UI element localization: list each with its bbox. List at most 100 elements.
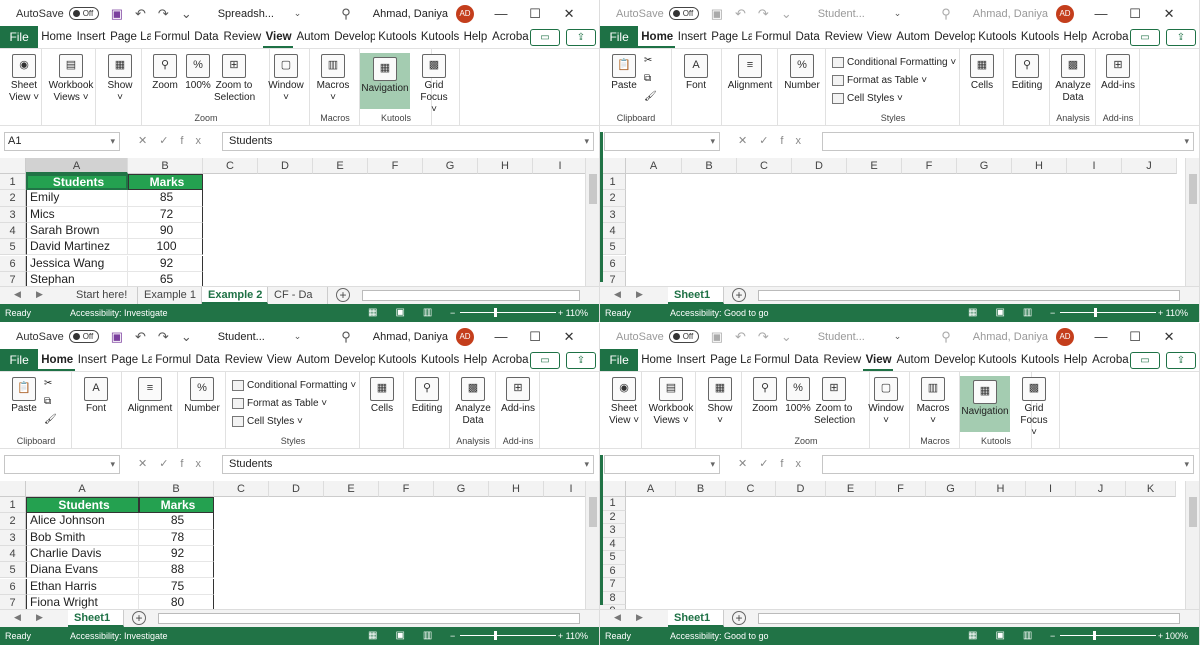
search-icon[interactable]: ⚲ bbox=[341, 6, 351, 22]
formula-input[interactable] bbox=[822, 455, 1194, 474]
spreadsheet-grid[interactable]: ABCDEFGHIJK123456789 bbox=[600, 481, 1199, 609]
row-header[interactable]: 8 bbox=[600, 591, 626, 605]
row-header[interactable]: 6 bbox=[600, 255, 626, 272]
add-sheet-icon[interactable]: + bbox=[732, 288, 746, 302]
eye-button[interactable]: ◉ Sheet View ˅ bbox=[4, 54, 44, 104]
row-header[interactable]: 4 bbox=[0, 545, 26, 563]
tab-autom[interactable]: Autom bbox=[893, 349, 931, 371]
format-painter-icon[interactable]: 🖌 bbox=[44, 414, 57, 425]
sheet-tab[interactable]: Sheet1 bbox=[668, 287, 724, 304]
add-sheet-icon[interactable]: + bbox=[336, 288, 350, 302]
data-cell[interactable]: Diana Evans bbox=[26, 562, 139, 579]
spreadsheet-grid[interactable]: ABCDEFGHIJ 1234567 bbox=[600, 158, 1199, 286]
column-header[interactable]: A bbox=[626, 158, 682, 174]
data-cell[interactable]: 90 bbox=[128, 222, 203, 240]
column-header[interactable]: B bbox=[139, 481, 214, 497]
view-buttons[interactable]: ▦▣▥ bbox=[968, 627, 1050, 645]
sheet-tab[interactable]: Example 2 bbox=[202, 287, 268, 304]
data-cell[interactable]: 92 bbox=[139, 545, 214, 563]
sheet-tab[interactable]: Sheet1 bbox=[668, 610, 724, 627]
close-icon[interactable]: ✕ bbox=[562, 6, 576, 22]
tab-kutools[interactable]: Kutools bbox=[375, 26, 418, 48]
tab-develop[interactable]: Develop bbox=[931, 26, 975, 48]
tab-kutools[interactable]: Kutools bbox=[975, 26, 1018, 48]
document-title[interactable]: Student... bbox=[218, 331, 290, 343]
tab-develop[interactable]: Develop bbox=[931, 349, 975, 371]
formula-input[interactable] bbox=[822, 132, 1194, 151]
tab-file[interactable]: File bbox=[0, 349, 39, 371]
data-cell[interactable]: Fiona Wright bbox=[26, 594, 139, 609]
data-cell[interactable]: 78 bbox=[139, 529, 214, 546]
column-header[interactable]: E bbox=[324, 481, 379, 497]
minimize-icon[interactable]: — bbox=[494, 6, 508, 21]
close-icon[interactable]: ✕ bbox=[1162, 329, 1176, 345]
horizontal-scrollbar[interactable] bbox=[758, 613, 1180, 624]
avatar[interactable]: AD bbox=[1056, 4, 1075, 23]
autosave-toggle[interactable]: Off bbox=[668, 7, 699, 20]
vertical-scrollbar[interactable] bbox=[1185, 158, 1199, 286]
cell-styles-button[interactable]: Cell Styles ˅ bbox=[232, 416, 303, 427]
row-header[interactable]: 2 bbox=[0, 190, 26, 207]
column-header[interactable]: K bbox=[1126, 481, 1176, 497]
copy-icon[interactable]: ⧉ bbox=[44, 396, 51, 407]
data-cell[interactable]: Ethan Harris bbox=[26, 578, 139, 595]
tab-help[interactable]: Help bbox=[1061, 26, 1090, 48]
tab-autom[interactable]: Autom bbox=[293, 26, 331, 48]
row-header[interactable]: 1 bbox=[600, 497, 626, 511]
name-box[interactable] bbox=[4, 455, 120, 474]
header-cell[interactable]: Students bbox=[26, 497, 139, 514]
tab-formul[interactable]: Formul bbox=[151, 26, 191, 48]
zoom-knob[interactable] bbox=[1094, 308, 1098, 317]
row-header[interactable]: 1 bbox=[0, 174, 26, 191]
tab-pagela[interactable]: Page La bbox=[707, 349, 751, 371]
view-buttons[interactable]: ▦▣▥ bbox=[368, 627, 450, 645]
name-box[interactable] bbox=[604, 132, 720, 151]
column-header[interactable]: G bbox=[434, 481, 489, 497]
redo-icon[interactable]: ↷ bbox=[158, 6, 169, 22]
tab-data[interactable]: Data bbox=[191, 26, 220, 48]
format-as-table-button[interactable]: Format as Table ˅ bbox=[232, 398, 327, 409]
tab-acroba[interactable]: Acroba bbox=[489, 26, 530, 48]
column-header[interactable]: I bbox=[1067, 158, 1122, 174]
cell-styles-button[interactable]: Cell Styles ˅ bbox=[832, 93, 903, 104]
tab-view[interactable]: View bbox=[262, 26, 294, 48]
zoom-level[interactable]: 100% bbox=[1165, 627, 1188, 645]
row-header[interactable]: 5 bbox=[0, 562, 26, 579]
name-box[interactable]: A1 bbox=[4, 132, 120, 151]
number-button[interactable]: % Number bbox=[182, 377, 222, 415]
data-cell[interactable]: 75 bbox=[139, 578, 214, 595]
customize-icon[interactable]: ⌄ bbox=[781, 6, 792, 22]
redo-icon[interactable]: ↷ bbox=[158, 329, 169, 345]
undo-icon[interactable]: ↶ bbox=[735, 329, 746, 345]
chevron-down-icon[interactable]: ⌄ bbox=[894, 331, 902, 342]
tab-kutools[interactable]: Kutools bbox=[1018, 349, 1061, 371]
formula-input[interactable]: Students bbox=[222, 455, 594, 474]
zoom-level[interactable]: 110% bbox=[566, 304, 588, 322]
column-header[interactable]: F bbox=[876, 481, 926, 497]
tab-file[interactable]: File bbox=[0, 26, 39, 48]
cut-icon[interactable]: ✂ bbox=[644, 55, 652, 66]
zoom-selection-button[interactable]: ⊞ Zoom to Selection bbox=[214, 54, 255, 104]
copy-icon[interactable]: ⧉ bbox=[644, 73, 651, 84]
add-sheet-icon[interactable]: + bbox=[132, 611, 146, 625]
save-icon[interactable]: ▣ bbox=[711, 6, 723, 22]
undo-icon[interactable]: ↶ bbox=[135, 329, 146, 345]
row-header[interactable]: 7 bbox=[0, 594, 26, 609]
macros-button[interactable]: ▥ Macros ˅ bbox=[914, 377, 952, 427]
tab-formul[interactable]: Formul bbox=[751, 349, 791, 371]
column-header[interactable]: J bbox=[1076, 481, 1126, 497]
tab-help[interactable]: Help bbox=[461, 349, 490, 371]
row-header[interactable]: 6 bbox=[0, 578, 26, 595]
scroll-left-icon[interactable]: ◀ bbox=[614, 612, 621, 623]
row-header[interactable]: 6 bbox=[600, 564, 626, 578]
document-title[interactable]: Spreadsh... bbox=[218, 8, 290, 20]
window-button[interactable]: ▢ Window ˅ bbox=[264, 54, 308, 104]
tab-data[interactable]: Data bbox=[192, 349, 221, 371]
show-button[interactable]: ▦ Show ˅ bbox=[700, 377, 740, 427]
scroll-right-icon[interactable]: ▶ bbox=[36, 612, 43, 623]
scroll-thumb[interactable] bbox=[1189, 497, 1197, 527]
row-header[interactable]: 3 bbox=[600, 206, 626, 223]
zoom-slider[interactable] bbox=[1060, 631, 1156, 640]
select-all[interactable] bbox=[600, 158, 626, 174]
customize-icon[interactable]: ⌄ bbox=[181, 6, 192, 22]
